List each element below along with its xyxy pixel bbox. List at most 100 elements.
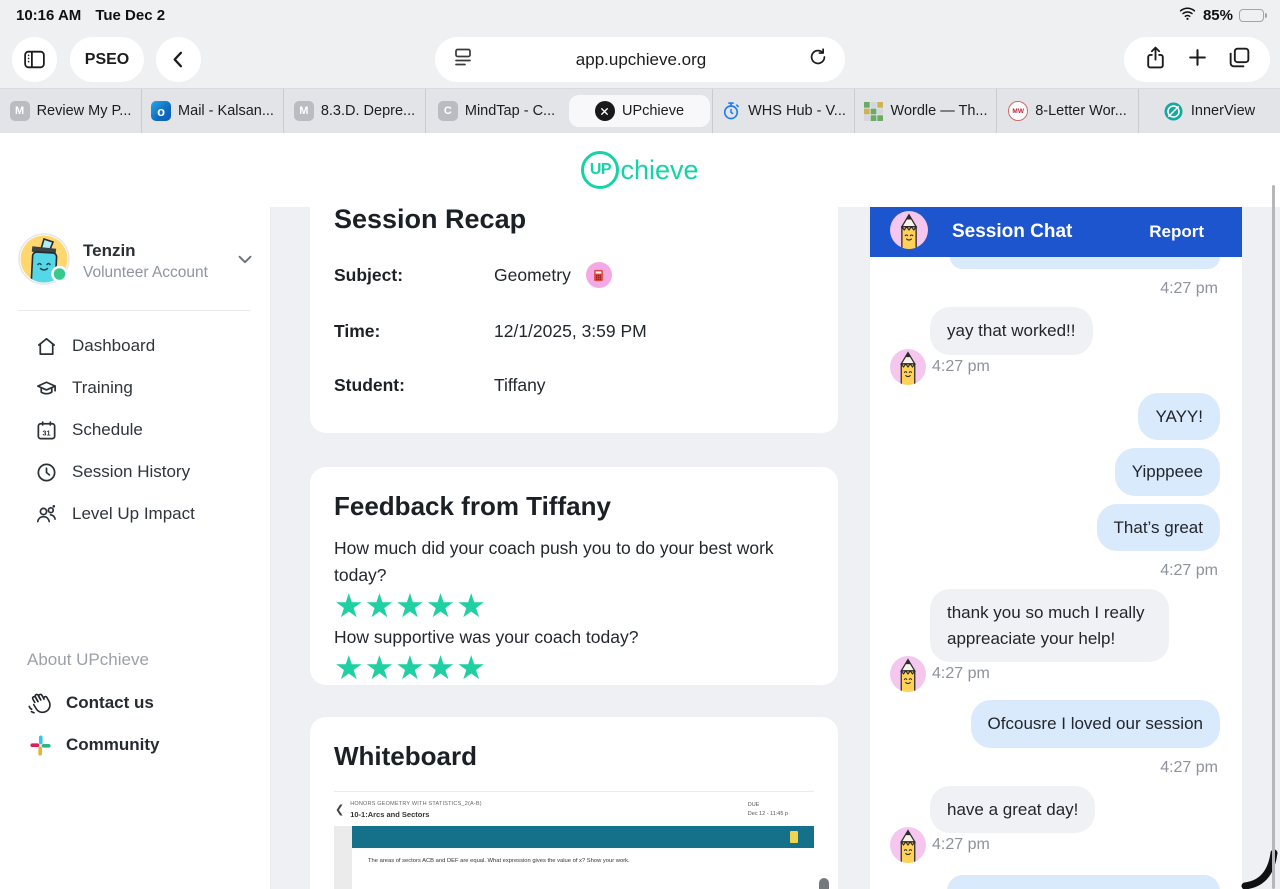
message-meta-row: 4:27 pm <box>890 827 1222 863</box>
sidebar-panel-icon <box>24 50 45 69</box>
people-icon <box>33 502 59 526</box>
sidebar-item-label: Dashboard <box>72 336 156 355</box>
pseo-label: PSEO <box>84 50 130 68</box>
innerview-favicon <box>1164 101 1184 121</box>
sidebar-item-label: Schedule <box>72 420 143 439</box>
feedback-card: Feedback from Tiffany How much did your … <box>310 467 838 685</box>
recap-value: 12/1/2025, 3:59 PM <box>494 321 647 341</box>
clipped-bubble-bottom <box>947 875 1220 889</box>
whiteboard-scrollbar[interactable] <box>819 878 829 889</box>
reader-icon[interactable] <box>451 45 475 74</box>
battery-percent: 85% <box>1202 6 1233 24</box>
sidebar-item-training[interactable]: Training <box>0 367 270 409</box>
doc-teal-banner <box>352 826 814 848</box>
back-chevron-icon <box>173 51 183 68</box>
clipped-bubble-top <box>950 257 1220 269</box>
volunteer-message-bubble: YAYY! <box>1138 392 1220 440</box>
tabs-overview-button[interactable] <box>1227 45 1252 75</box>
tab-8-3-d-depre[interactable]: M 8.3.D. Depre... <box>283 89 425 133</box>
tab-mindtap-c[interactable]: C MindTap - C... <box>425 89 567 133</box>
back-button[interactable] <box>156 37 201 82</box>
outlook-favicon: o <box>151 101 172 121</box>
tab-review-my-p[interactable]: M Review My P... <box>0 89 141 133</box>
url-text: app.upchieve.org <box>575 49 707 69</box>
tab-innerview[interactable]: InnerView <box>1138 89 1280 133</box>
status-bar: 10:16 AM Tue Dec 2 85% <box>0 0 1280 30</box>
sidebar-item-contact-us[interactable]: Contact us <box>0 682 270 724</box>
sidebar-item-dashboard[interactable]: Dashboard <box>0 325 270 367</box>
chat-header: Session Chat Report <box>870 207 1242 257</box>
page-scrollbar[interactable] <box>1272 185 1275 889</box>
c-favicon: C <box>437 101 458 121</box>
account-type: Volunteer Account <box>83 264 208 281</box>
m-favicon: M <box>9 101 30 121</box>
tab-label: Review My P... <box>36 103 132 119</box>
chat-title: Session Chat <box>952 221 1073 242</box>
tab-upchieve[interactable]: UPchieve <box>569 95 710 127</box>
pseo-profile-button[interactable]: PSEO <box>70 37 144 82</box>
clock-date: Tue Dec 2 <box>95 6 166 24</box>
student-avatar <box>890 827 926 863</box>
tab-label: UPchieve <box>621 103 685 119</box>
sidebar-item-label: Training <box>72 378 133 397</box>
feedback-question: How supportive was your coach today? <box>334 626 639 647</box>
tab-label: Mail - Kalsan... <box>178 103 274 119</box>
message-meta-row: 4:27 pm <box>890 348 1222 385</box>
sidebar-item-level-up-impact[interactable]: Level Up Impact <box>0 493 270 535</box>
calendar-icon: 31 <box>33 419 59 442</box>
sidebar-links: Contact us Community <box>0 682 270 766</box>
tab-wordle-th[interactable]: Wordle — Th... <box>854 89 996 133</box>
doc-left-gutter <box>334 826 352 889</box>
whiteboard-title: Whiteboard <box>334 741 477 771</box>
main-column: Session Recap Subject: Geometry Time: 12/1/… <box>310 207 838 889</box>
sidebar-toggle-button[interactable] <box>12 37 57 82</box>
tab-strip: M Review My P... o Mail - Kalsan... M 8.3.D. … <box>0 88 1280 133</box>
browser-toolbar: PSEO app.upchieve.org <box>0 30 1280 88</box>
recap-label: Student: <box>334 375 405 395</box>
waving-hand-icon <box>27 690 53 716</box>
m-favicon: M <box>293 101 314 121</box>
share-button[interactable] <box>1143 45 1168 75</box>
report-button[interactable]: Report <box>1149 222 1204 242</box>
address-bar[interactable]: app.upchieve.org <box>435 37 845 82</box>
upchieve-logo[interactable]: UP chieve <box>581 151 699 189</box>
chevron-down-icon[interactable] <box>234 248 256 275</box>
new-tab-button[interactable] <box>1185 45 1210 75</box>
sidebar-item-community[interactable]: Community <box>0 724 270 766</box>
tab-whs-hub-v[interactable]: WHS Hub - V... <box>712 89 854 133</box>
star-rating: ★★★★★ <box>334 587 487 625</box>
whiteboard-card: Whiteboard ❮ HONORS GEOMETRY WITH STATIS… <box>310 717 838 889</box>
sidebar-item-label: Contact us <box>66 693 154 712</box>
sidebar-nav: Dashboard Training 31 Schedule Session Histo… <box>0 325 270 535</box>
sidebar-item-schedule[interactable]: 31 Schedule <box>0 409 270 451</box>
tab-label: InnerView <box>1190 103 1256 119</box>
recap-label: Subject: <box>334 264 404 285</box>
message-timestamp: 4:27 pm <box>932 836 990 853</box>
sidebar: Tenzin Volunteer Account Dashboard Traini… <box>0 207 271 889</box>
slack-icon <box>27 734 53 757</box>
feedback-title: Feedback from Tiffany <box>334 491 611 521</box>
recap-row-time: Time: 12/1/2025, 3:59 PM <box>334 321 814 342</box>
user-avatar <box>18 233 70 290</box>
user-name: Tenzin <box>83 241 136 260</box>
upchieve-logo-circle-icon: UP <box>581 151 620 189</box>
volunteer-message-bubble: Yipppeee <box>1114 448 1220 496</box>
tab-label: MindTap - C... <box>464 103 556 119</box>
mw-favicon: MW <box>1008 101 1029 121</box>
message-timestamp: 4:27 pm <box>1160 562 1218 579</box>
reload-button[interactable] <box>807 46 829 73</box>
tab-mail-kalsan[interactable]: o Mail - Kalsan... <box>141 89 283 133</box>
session-recap-card: Session Recap Subject: Geometry Time: 12/1/… <box>310 207 838 433</box>
sidebar-item-label: Community <box>66 735 160 754</box>
message-timestamp: 4:27 pm <box>1160 280 1218 297</box>
message-timestamp: 4:27 pm <box>1160 758 1218 776</box>
message-meta-row: 4:27 pm <box>890 656 1222 692</box>
home-icon <box>33 335 59 358</box>
account-menu[interactable]: Tenzin Volunteer Account <box>18 233 256 290</box>
sidebar-item-session-history[interactable]: Session History <box>0 451 270 493</box>
student-message-bubble: thank you so much I really appreaciate y… <box>930 589 1169 662</box>
toolbar-right-group <box>1124 37 1270 82</box>
about-upchieve-label: About UPchieve <box>27 650 149 669</box>
tab-8-letter-wor[interactable]: MW 8-Letter Wor... <box>996 89 1138 133</box>
whiteboard-divider <box>334 791 814 792</box>
